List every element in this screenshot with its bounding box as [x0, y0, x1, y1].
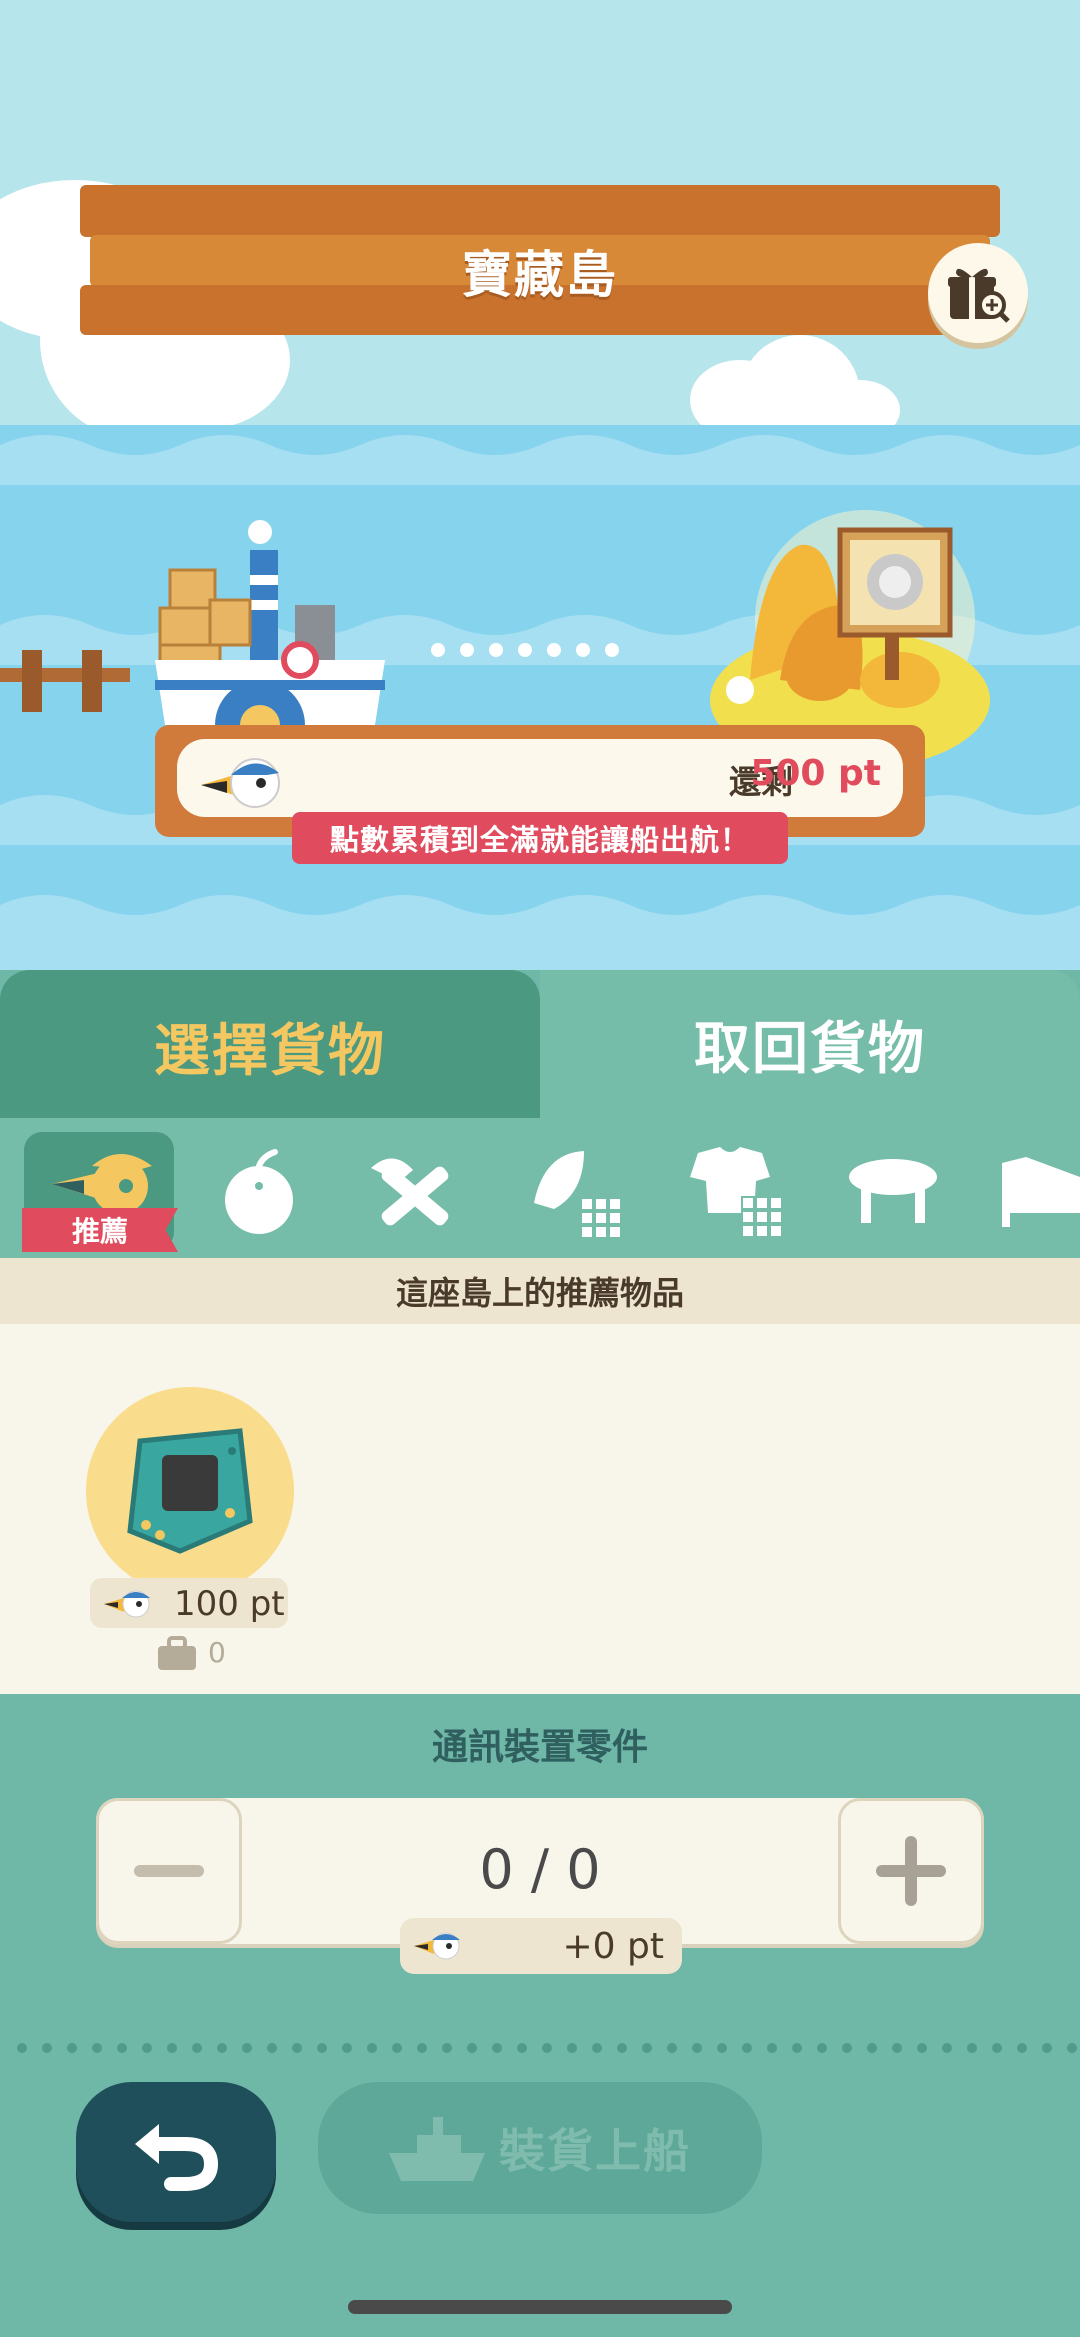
bag-icon — [158, 1636, 196, 1670]
voyage-progress-dots — [431, 643, 619, 657]
divider-dot — [342, 2043, 352, 2053]
divider-dot — [642, 2043, 652, 2053]
divider-dot — [67, 2043, 77, 2053]
divider-dot — [817, 2043, 827, 2053]
tab-select-cargo[interactable]: 選擇貨物 — [0, 970, 540, 1122]
page-title: 寶藏島 — [462, 246, 618, 304]
island-title-banner: 寶藏島 — [80, 185, 1000, 335]
divider-dot — [42, 2043, 52, 2053]
divider-dot — [967, 2043, 977, 2053]
divider-dot — [742, 2043, 752, 2053]
divider-dot — [442, 2043, 452, 2053]
divider-dot — [142, 2043, 152, 2053]
divider-dot — [842, 2043, 852, 2053]
divider-dot — [467, 2043, 477, 2053]
back-button[interactable] — [76, 2082, 276, 2222]
category-leaf[interactable] — [524, 1138, 634, 1248]
divider-dot — [917, 2043, 927, 2053]
divider-dot — [492, 2043, 502, 2053]
divider-dot — [992, 2043, 1002, 2053]
pelican-icon — [414, 1932, 460, 1960]
recommended-label: 推薦 — [22, 1208, 178, 1252]
divider-dot — [1017, 2043, 1027, 2053]
divider-dot — [767, 2043, 777, 2053]
divider-dot — [92, 2043, 102, 2053]
divider-dot — [392, 2043, 402, 2053]
selected-item-name: 通訊裝置零件 — [431, 1727, 648, 1768]
divider-dot — [317, 2043, 327, 2053]
divider-dot — [17, 2043, 27, 2053]
divider-dot — [217, 2043, 227, 2053]
gift-magnify-icon — [948, 268, 1010, 323]
category-bed[interactable] — [996, 1138, 1080, 1248]
pelican-icon — [201, 758, 280, 808]
item-price: 100 pt — [174, 1584, 285, 1624]
divider-dot — [167, 2043, 177, 2053]
section-header: 這座島上的推薦物品 — [0, 1258, 1080, 1324]
category-table[interactable] — [838, 1138, 948, 1248]
progress-dot — [605, 643, 619, 657]
load-cargo-label: 裝貨上船 — [499, 2124, 691, 2178]
leaf-grid-icon — [534, 1151, 620, 1237]
item-card[interactable] — [86, 1387, 294, 1595]
dock-icon — [0, 650, 130, 712]
progress-dot — [547, 643, 561, 657]
divider-dot — [1067, 2043, 1077, 2053]
added-points-pill: +0 pt — [400, 1918, 682, 1974]
tab-return-cargo[interactable]: 取回貨物 — [540, 970, 1080, 1118]
table-icon — [849, 1159, 937, 1223]
divider-dot — [567, 2043, 577, 2053]
shirt-grid-icon — [690, 1147, 783, 1238]
apple-icon — [225, 1149, 293, 1234]
divider-dot — [267, 2043, 277, 2053]
item-price-pill: 100 pt — [90, 1578, 288, 1628]
divider-dot — [942, 2043, 952, 2053]
home-indicator[interactable] — [348, 2300, 732, 2314]
increase-button[interactable] — [838, 1798, 984, 1944]
added-points: +0 pt — [562, 1926, 664, 1967]
progress-dot — [431, 643, 445, 657]
divider-dot — [892, 2043, 902, 2053]
divider-dot — [292, 2043, 302, 2053]
divider-dot — [367, 2043, 377, 2053]
progress-dot — [489, 643, 503, 657]
divider-dot — [617, 2043, 627, 2053]
sail-hint-banner: 點數累積到全滿就能讓船出航！ — [292, 812, 788, 864]
divider-dot — [242, 2043, 252, 2053]
item-owned-count: 0 — [208, 1636, 226, 1669]
points-value: 500 pt — [750, 753, 881, 794]
divider-dot — [542, 2043, 552, 2053]
progress-dot — [518, 643, 532, 657]
divider-dot — [592, 2043, 602, 2053]
boat-icon — [389, 2117, 485, 2181]
category-fruit[interactable] — [204, 1138, 314, 1248]
divider-dot — [792, 2043, 802, 2053]
divider-dot — [417, 2043, 427, 2053]
gift-view-button[interactable] — [928, 243, 1028, 343]
tools-icon — [371, 1158, 449, 1226]
ship-icon — [155, 520, 385, 725]
divider-dot — [717, 2043, 727, 2053]
dotted-divider — [17, 2043, 1077, 2053]
divider-dot — [517, 2043, 527, 2053]
divider-dot — [192, 2043, 202, 2053]
divider-dot — [667, 2043, 677, 2053]
progress-dot — [576, 643, 590, 657]
pelican-icon — [104, 1590, 150, 1618]
bed-icon — [1002, 1157, 1080, 1227]
divider-dot — [117, 2043, 127, 2053]
category-tools[interactable] — [358, 1138, 468, 1248]
circuit-board-icon — [127, 1428, 253, 1554]
plus-icon — [876, 1836, 946, 1906]
category-clothing[interactable] — [684, 1138, 794, 1248]
progress-dot — [460, 643, 474, 657]
divider-dot — [867, 2043, 877, 2053]
undo-arrow-icon — [135, 2124, 219, 2191]
load-cargo-button[interactable]: 裝貨上船 — [318, 2082, 762, 2214]
divider-dot — [1042, 2043, 1052, 2053]
divider-dot — [692, 2043, 702, 2053]
